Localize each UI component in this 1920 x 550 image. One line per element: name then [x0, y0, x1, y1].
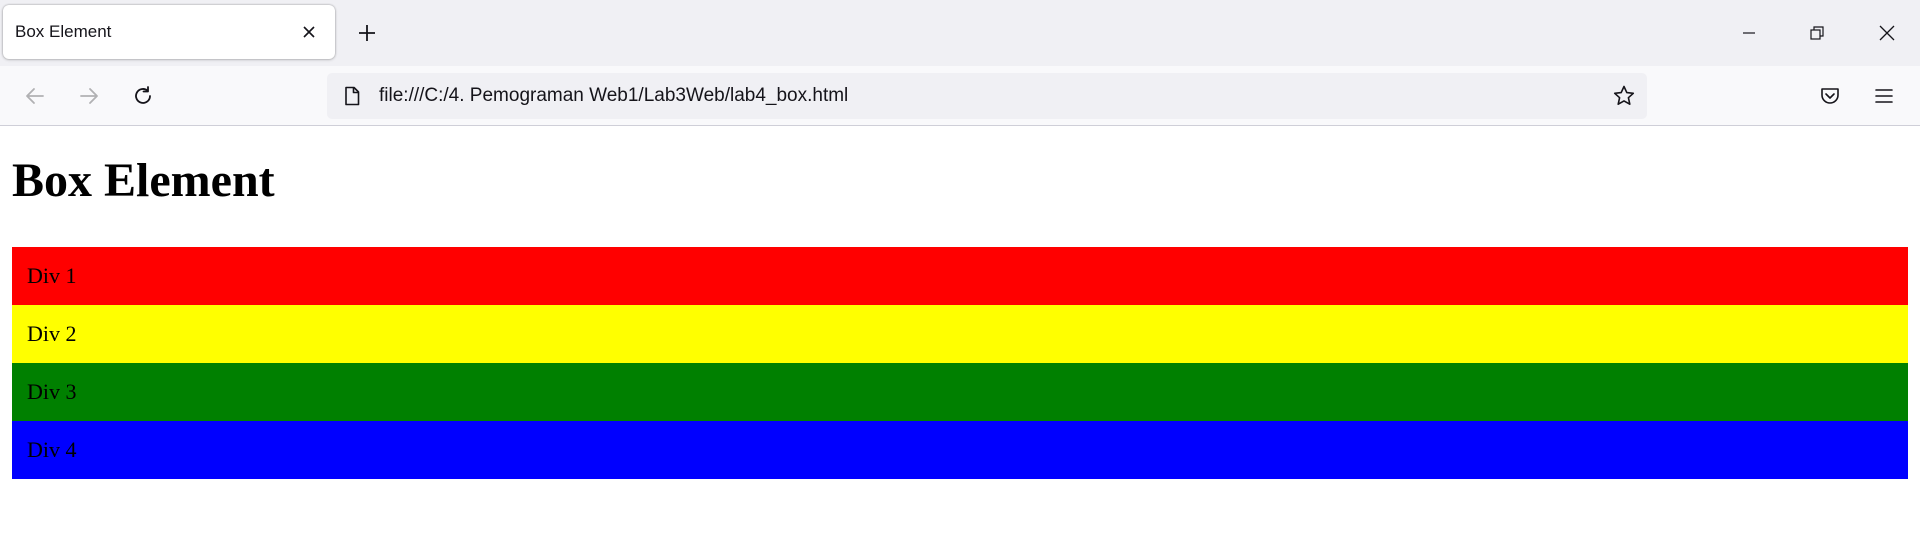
hamburger-menu-icon[interactable]: [1869, 81, 1899, 111]
back-arrow-icon[interactable]: [20, 81, 50, 111]
navigation-toolbar: file:///C:/4. Pemograman Web1/Lab3Web/la…: [0, 66, 1920, 126]
box-list: Div 1 Div 2 Div 3 Div 4: [12, 247, 1908, 479]
page-content: Box Element Div 1 Div 2 Div 3 Div 4: [0, 127, 1920, 550]
address-bar[interactable]: file:///C:/4. Pemograman Web1/Lab3Web/la…: [327, 73, 1647, 119]
tab-close-icon[interactable]: [299, 22, 319, 42]
page-heading: Box Element: [12, 154, 275, 207]
new-tab-plus-icon[interactable]: [354, 20, 380, 46]
active-tab[interactable]: Box Element: [3, 5, 335, 59]
div-box-4: Div 4: [12, 421, 1908, 479]
window-minimize-icon[interactable]: [1734, 18, 1764, 48]
bookmark-star-icon[interactable]: [1611, 83, 1637, 109]
forward-arrow-icon[interactable]: [74, 81, 104, 111]
page-icon: [341, 85, 363, 107]
tab-title: Box Element: [15, 22, 112, 41]
tab-strip: Box Element: [0, 0, 1920, 66]
url-text[interactable]: file:///C:/4. Pemograman Web1/Lab3Web/la…: [379, 73, 848, 119]
reload-icon[interactable]: [128, 81, 158, 111]
div-box-3: Div 3: [12, 363, 1908, 421]
window-restore-icon[interactable]: [1802, 18, 1832, 48]
window-close-icon[interactable]: [1872, 18, 1902, 48]
div-box-2: Div 2: [12, 305, 1908, 363]
div-box-1: Div 1: [12, 247, 1908, 305]
pocket-icon[interactable]: [1815, 81, 1845, 111]
